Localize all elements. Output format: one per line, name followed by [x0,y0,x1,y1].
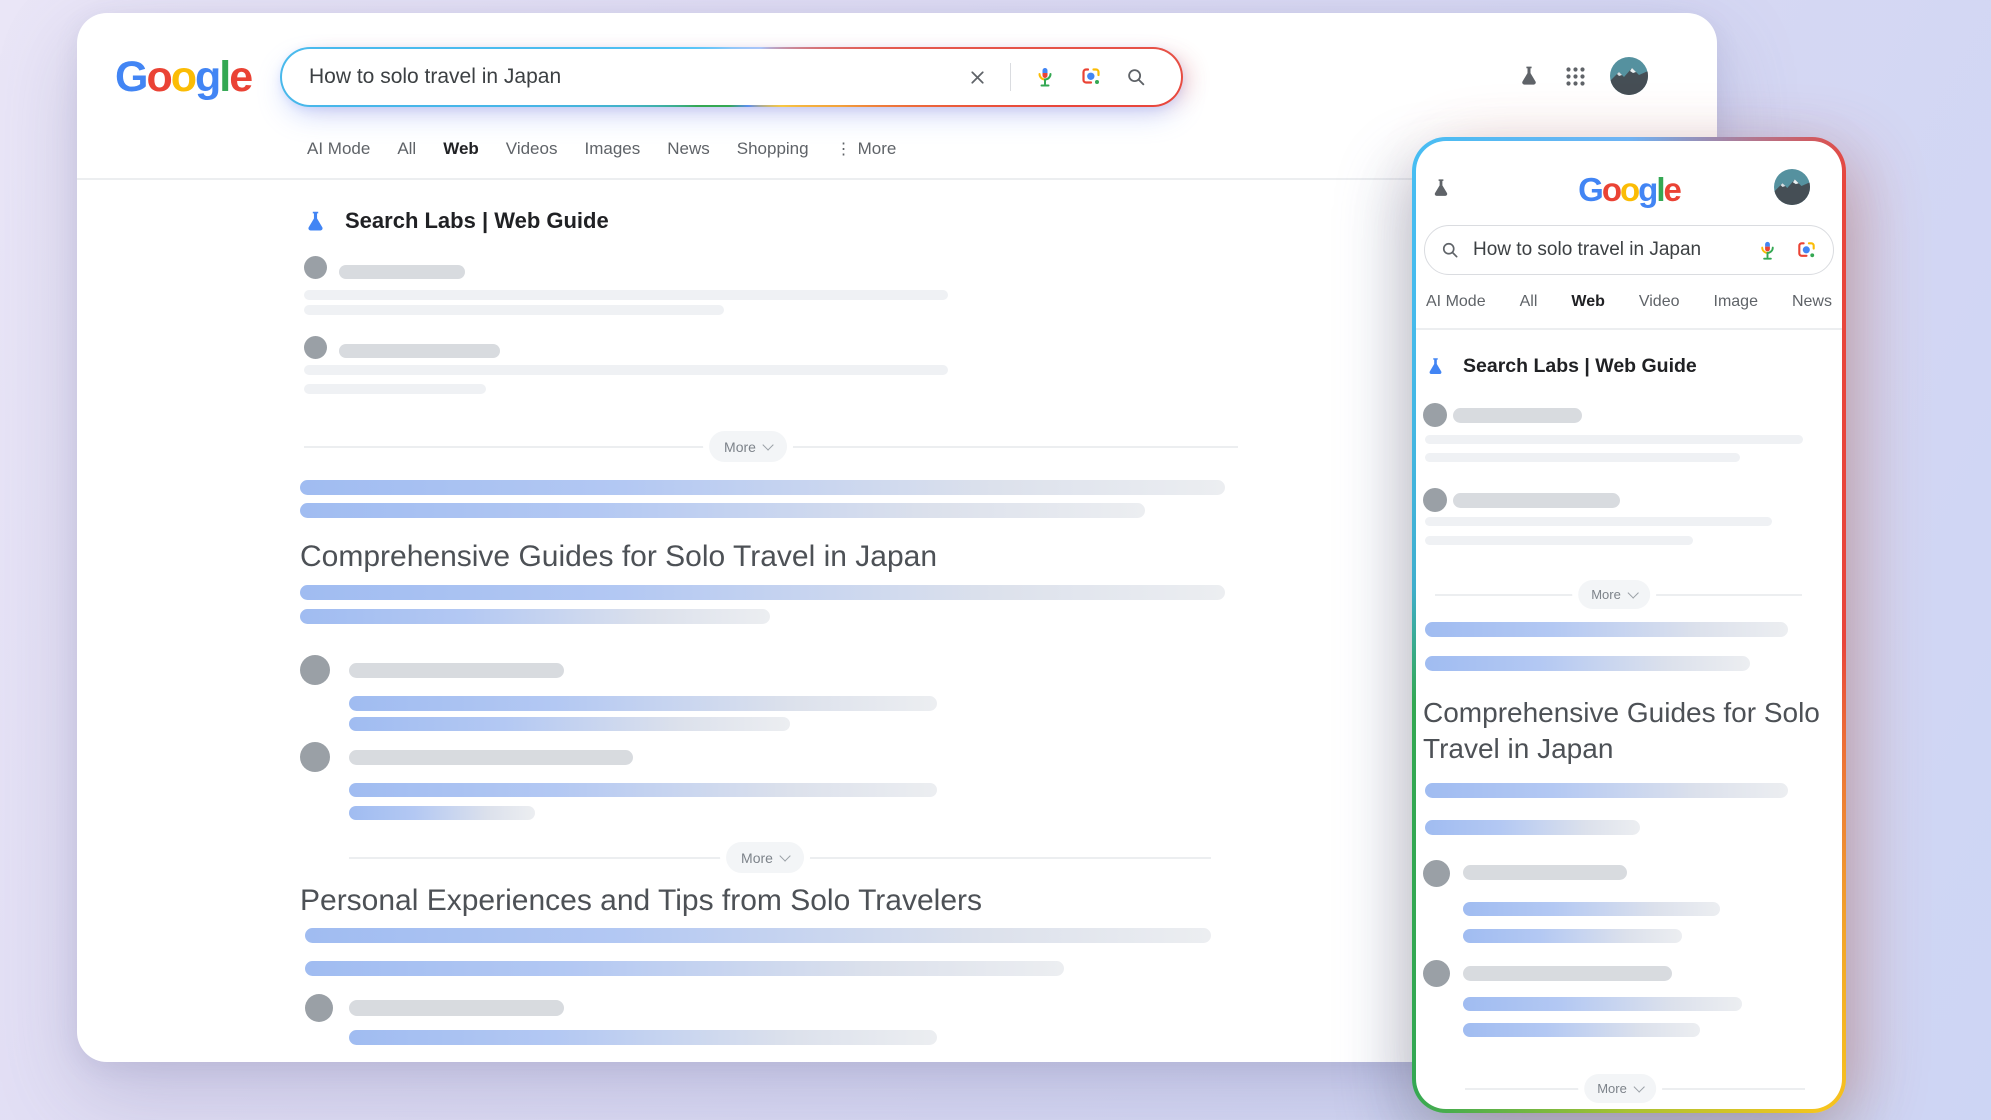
mobile-skeleton-results: More More [1416,141,1842,1109]
skeleton-text-line [1425,453,1740,462]
more-button[interactable]: More [709,431,787,462]
skeleton-favicon [300,655,330,685]
skeleton-result-line [349,806,535,820]
skeleton-result-line [349,717,790,731]
skeleton-result-line [349,696,937,711]
skeleton-text-line [1425,435,1803,444]
skeleton-favicon [304,256,327,279]
skeleton-source-label [339,344,500,358]
skeleton-result-line [300,585,1225,600]
skeleton-favicon [1423,403,1447,427]
skeleton-result-line [349,783,937,797]
skeleton-result-line [1463,1023,1700,1037]
skeleton-result-line [305,928,1211,943]
more-results-row: More [349,842,1211,874]
skeleton-favicon [1423,960,1450,987]
more-button[interactable]: More [1584,1074,1656,1103]
more-button-label: More [724,439,756,455]
skeleton-source-label [1463,966,1672,981]
skeleton-source-label [339,265,465,279]
skeleton-text-line [1425,536,1693,545]
skeleton-source-label [349,663,564,678]
more-button[interactable]: More [726,842,804,873]
skeleton-text-line [304,384,486,394]
skeleton-result-line [300,503,1145,518]
skeleton-source-label [1453,493,1620,508]
more-button[interactable]: More [1578,580,1650,609]
skeleton-favicon [300,742,330,772]
more-button-label: More [1597,1081,1627,1096]
skeleton-result-line [305,961,1064,976]
chevron-down-icon [762,439,773,450]
skeleton-favicon [305,994,333,1022]
skeleton-result-line [300,609,770,624]
skeleton-text-line [304,365,948,375]
skeleton-text-line [304,290,948,300]
skeleton-result-line [300,480,1225,495]
skeleton-result-line [1463,997,1742,1011]
chevron-down-icon [1633,1081,1644,1092]
skeleton-source-label [1463,865,1627,880]
skeleton-result-line [1463,902,1720,916]
more-results-row: More [304,431,1238,463]
more-button-label: More [1591,587,1621,602]
skeleton-favicon [1423,488,1447,512]
skeleton-result-line [1463,929,1682,943]
skeleton-result-line [1425,820,1640,835]
page-background: Google How to solo travel in Japan [0,0,1991,1120]
more-button-label: More [741,850,773,866]
skeleton-favicon [304,336,327,359]
chevron-down-icon [1627,587,1638,598]
skeleton-text-line [1425,517,1772,526]
skeleton-result-line [1425,656,1750,671]
skeleton-result-line [1425,783,1788,798]
more-results-row: More [1465,1074,1805,1106]
skeleton-result-line [1425,622,1788,637]
skeleton-favicon [1423,860,1450,887]
skeleton-text-line [304,305,724,315]
mobile-search-window: Google How to solo travel in Japan AI Mo… [1412,137,1846,1113]
chevron-down-icon [779,850,790,861]
skeleton-source-label [349,1000,564,1016]
skeleton-result-line [349,1030,937,1045]
skeleton-source-label [349,750,633,765]
skeleton-source-label [1453,408,1582,423]
more-results-row: More [1435,580,1802,612]
